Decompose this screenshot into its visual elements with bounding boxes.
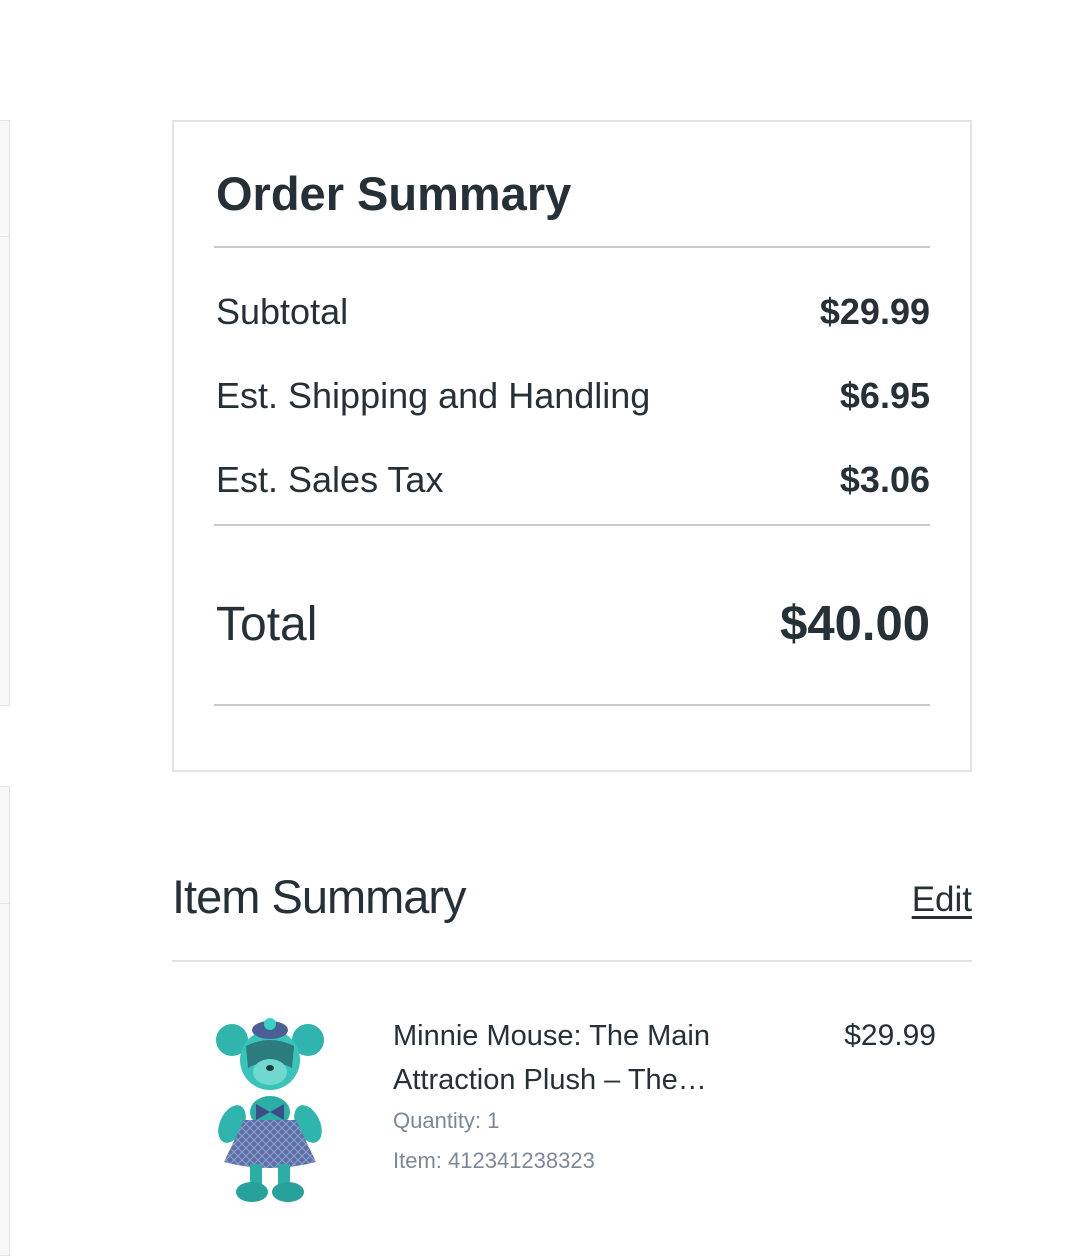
total-amount: $40.00 bbox=[780, 597, 930, 651]
left-panel-upper bbox=[0, 120, 10, 706]
sales-tax-row: Est. Sales Tax $3.06 bbox=[216, 458, 930, 502]
total-row: Total $40.00 bbox=[216, 594, 930, 654]
left-panel-divider bbox=[0, 236, 10, 237]
subtotal-label: Subtotal bbox=[216, 291, 349, 332]
total-label: Total bbox=[216, 597, 318, 651]
order-summary-card: Order Summary Subtotal $29.99 Est. Shipp… bbox=[172, 120, 972, 772]
shipping-amount: $6.95 bbox=[839, 375, 930, 416]
list-item: Minnie Mouse: The Main Attraction Plush … bbox=[172, 1010, 972, 1230]
item-name-link[interactable]: Minnie Mouse: The Main Attraction Plush … bbox=[393, 1014, 793, 1102]
shipping-row: Est. Shipping and Handling $6.95 bbox=[216, 374, 930, 418]
item-quantity: Quantity: 1 bbox=[393, 1108, 500, 1133]
left-panel-lower bbox=[0, 786, 10, 1256]
left-panel-divider bbox=[0, 903, 10, 904]
divider bbox=[214, 704, 930, 706]
order-summary-title: Order Summary bbox=[216, 167, 572, 220]
item-summary-title: Item Summary bbox=[172, 870, 467, 923]
divider bbox=[214, 524, 930, 526]
subtotal-amount: $29.99 bbox=[819, 291, 930, 332]
shipping-label: Est. Shipping and Handling bbox=[216, 375, 651, 416]
sales-tax-amount: $3.06 bbox=[839, 459, 930, 500]
minnie-mouse-plush-image[interactable] bbox=[206, 1016, 334, 1206]
item-summary-header: Item Summary Edit bbox=[172, 866, 972, 928]
edit-link[interactable]: Edit bbox=[912, 880, 972, 920]
divider bbox=[172, 960, 972, 962]
subtotal-row: Subtotal $29.99 bbox=[216, 290, 930, 334]
divider bbox=[214, 246, 930, 248]
sales-tax-label: Est. Sales Tax bbox=[216, 459, 444, 500]
item-price: $29.99 bbox=[844, 1019, 936, 1052]
item-number: Item: 412341238323 bbox=[393, 1148, 595, 1173]
